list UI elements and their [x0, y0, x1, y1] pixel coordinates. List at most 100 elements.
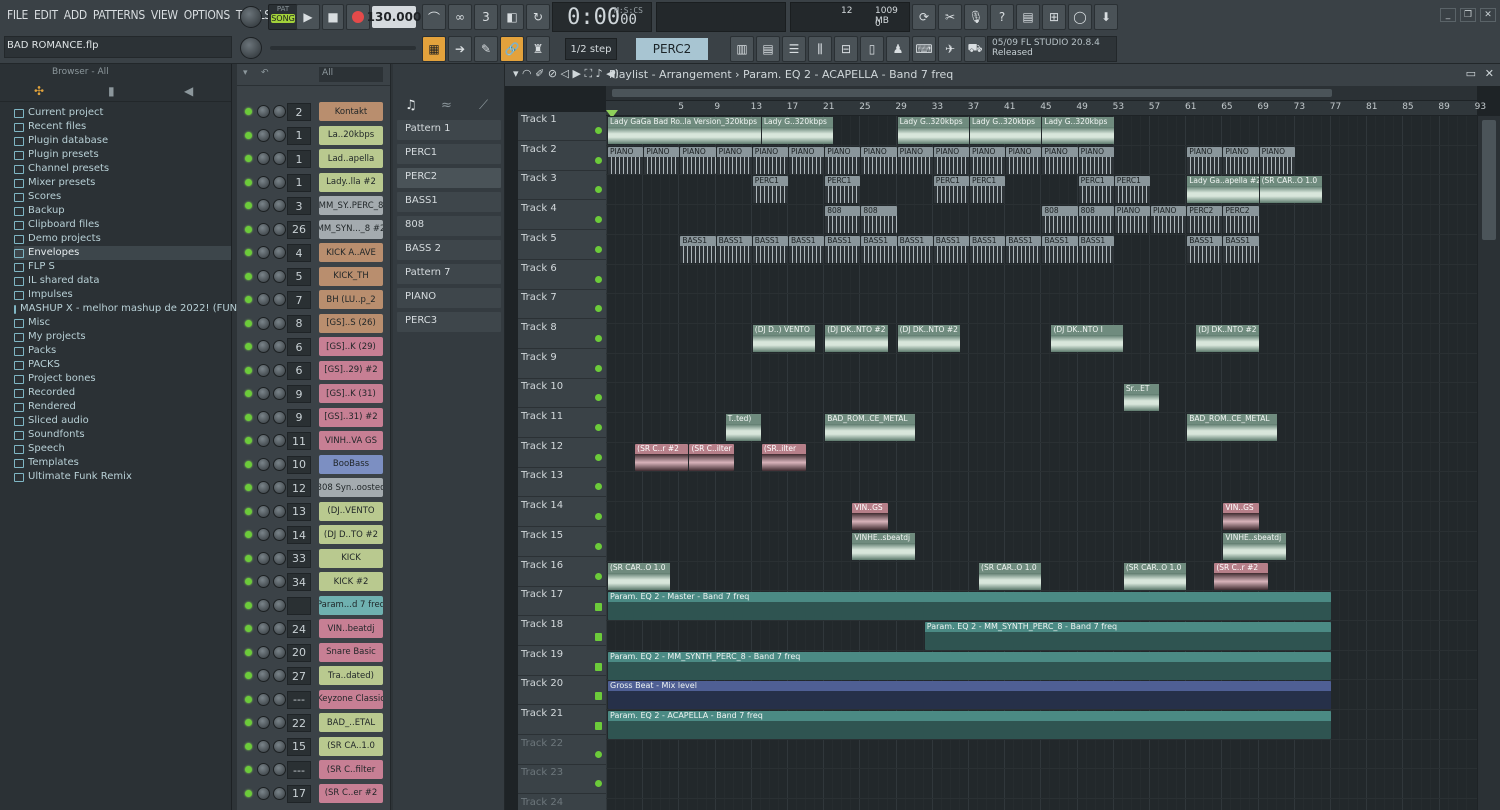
channel-volume-knob[interactable] — [273, 739, 286, 753]
tempo-display[interactable]: 130.000 — [367, 6, 421, 28]
playlist-clip[interactable]: (DJ D..) VENTO — [752, 324, 816, 352]
channel-row[interactable]: 26 MM_SYN..._8 #2 — [243, 219, 387, 240]
channel-pan-knob[interactable] — [257, 105, 270, 118]
playlist-clip[interactable]: (SR CAR..O 1.0 — [1259, 176, 1322, 204]
channel-volume-knob[interactable] — [273, 222, 286, 236]
playlist-clip[interactable]: 808 — [1042, 206, 1078, 234]
chat-icon[interactable]: ◯ — [1068, 4, 1092, 30]
channel-mute-led[interactable] — [245, 366, 252, 374]
browser-item[interactable]: Ultimate Funk Remix — [14, 470, 231, 484]
playlist-clip[interactable]: (SR C..ilter — [689, 443, 734, 471]
channel-row[interactable]: 1 Lady..lla #2 — [243, 172, 387, 193]
channel-pan-knob[interactable] — [257, 387, 270, 400]
channel-row[interactable]: Param...d 7 freq — [243, 595, 387, 616]
playlist-clip[interactable]: BASS1 — [752, 235, 788, 263]
channel-name-button[interactable]: Snare Basic — [319, 642, 383, 662]
channel-mixer-track[interactable]: 22 — [287, 714, 311, 732]
browser-item[interactable]: Plugin database — [14, 134, 231, 148]
save-icon[interactable]: ▤ — [1016, 4, 1040, 30]
channel-name-button[interactable]: Lady..lla #2 — [319, 172, 383, 192]
playlist-clip[interactable]: Lady G..320kbps — [970, 117, 1042, 144]
browser-item[interactable]: Current project — [14, 106, 231, 120]
countdown-button[interactable]: 3 — [474, 4, 498, 30]
picker-item[interactable]: Pattern 1 — [397, 120, 501, 140]
playlist-clip[interactable]: PIANO — [1114, 206, 1150, 234]
playlist-clip[interactable]: PERC1 — [825, 176, 861, 204]
track-header[interactable]: Track 21 — [518, 706, 606, 735]
playlist-clip[interactable]: PIANO — [716, 146, 752, 174]
plugin-picker-icon[interactable]: ⊟ — [834, 36, 858, 62]
playlist-clip[interactable]: PIANO — [1259, 146, 1295, 174]
channel-mixer-track[interactable]: 14 — [287, 526, 311, 544]
playlist-clip[interactable]: BASS1 — [897, 235, 933, 263]
playlist-clip[interactable]: Lady GaGa Bad Ro..la Version_320kbps — [608, 117, 761, 144]
channel-mute-led[interactable] — [245, 484, 252, 491]
playlist-view-icon[interactable]: ▥ — [730, 36, 754, 62]
browser-item[interactable]: Templates — [14, 456, 231, 470]
channel-mixer-track[interactable]: 13 — [287, 502, 311, 521]
track-header[interactable]: Track 8 — [518, 320, 606, 349]
browser-item[interactable]: Speech — [14, 442, 231, 456]
channel-pan-knob[interactable] — [257, 316, 270, 330]
channel-mute-led[interactable] — [245, 343, 252, 350]
playlist-clip[interactable]: PERC1 — [752, 176, 788, 204]
track-mute-led[interactable] — [595, 186, 602, 194]
track-header[interactable]: Track 9 — [518, 350, 606, 379]
channel-name-button[interactable]: [GS]..K (29) — [319, 337, 383, 356]
channel-volume-knob[interactable] — [273, 551, 286, 565]
playlist-clip[interactable]: PIANO — [1042, 146, 1078, 174]
playlist-clip[interactable]: PERC1 — [1078, 176, 1114, 204]
master-volume-knob[interactable] — [240, 6, 262, 28]
browser-item[interactable]: Sliced audio — [14, 414, 231, 428]
channel-row[interactable]: 1 La..20kbps — [243, 125, 387, 146]
project-info-icon[interactable]: ▯ — [860, 36, 884, 62]
playlist-clip[interactable]: VINHE..sbeatdj — [1223, 532, 1286, 560]
channel-row[interactable]: 14 (DJ D..TO #2 — [243, 525, 387, 545]
channel-name-button[interactable]: KICK A..AVE — [319, 243, 383, 262]
browser-item[interactable]: Mixer presets — [14, 176, 231, 190]
playlist-clip[interactable]: BASS1 — [789, 235, 825, 263]
playlist-clip[interactable]: PIANO — [1151, 206, 1187, 234]
channel-mixer-track[interactable]: 26 — [287, 220, 311, 239]
channel-volume-knob[interactable] — [273, 410, 286, 424]
playlist-menu-icon[interactable]: ▾ ◠ ✐ ⊘ ◁ ▶ ⛶ ♪ ◀) — [513, 67, 619, 81]
channel-name-button[interactable]: Keyzone Classic — [319, 689, 383, 709]
track-header[interactable]: Track 6 — [518, 261, 606, 290]
track-mute-led[interactable] — [595, 127, 602, 134]
track-header[interactable]: Track 14 — [518, 498, 606, 528]
channel-name-button[interactable]: [GS]..S (26) — [319, 313, 383, 333]
channel-pan-knob[interactable] — [257, 692, 270, 706]
track-mute-led[interactable] — [595, 394, 602, 402]
snap-selector[interactable]: 1/2 step — [565, 38, 617, 60]
channel-volume-knob[interactable] — [273, 692, 286, 706]
playlist-clip[interactable]: Lady Ga..apella #2 — [1187, 176, 1259, 204]
browser-tab-plugins-icon[interactable]: ◀ — [184, 84, 193, 98]
track-header[interactable]: Track 4 — [518, 201, 606, 231]
menu-file[interactable]: FILE — [4, 4, 31, 28]
channel-filter[interactable]: All — [319, 67, 383, 82]
browser-item[interactable]: IL shared data — [14, 274, 231, 288]
channel-row[interactable]: 12 808 Syn..oosted — [243, 478, 387, 498]
pattern-selector[interactable]: PERC2 — [636, 38, 708, 60]
playlist-clip[interactable]: (DJ DK..NTO #2 — [1196, 324, 1259, 352]
rack-menu-icon[interactable]: ▾ — [243, 68, 248, 78]
channel-row[interactable]: 4 KICK A..AVE — [243, 243, 387, 263]
channel-mixer-track[interactable]: 4 — [287, 244, 311, 262]
channel-name-button[interactable]: MM_SYN..._8 #2 — [319, 219, 383, 239]
channel-name-button[interactable]: (SR C..er #2 — [319, 783, 383, 803]
playlist-clip[interactable]: PERC1 — [1114, 176, 1150, 204]
channel-mixer-track[interactable]: 8 — [287, 314, 311, 333]
channel-volume-knob[interactable] — [273, 246, 286, 259]
channel-name-button[interactable]: [GS]..K (31) — [319, 384, 383, 403]
channel-name-button[interactable]: [GS]..31) #2 — [319, 407, 383, 427]
track-mute-led[interactable] — [595, 305, 602, 313]
channel-name-button[interactable]: (SR CA..1.0 — [319, 736, 383, 756]
channel-pan-knob[interactable] — [257, 293, 270, 306]
track-mute-led[interactable] — [595, 216, 602, 224]
track-mute-led[interactable] — [595, 424, 602, 431]
channel-row[interactable]: 34 KICK #2 — [243, 572, 387, 592]
channel-volume-knob[interactable] — [273, 504, 286, 518]
playlist-clip[interactable]: PERC1 — [933, 176, 969, 204]
channel-volume-knob[interactable] — [273, 152, 286, 165]
track-lock-icon[interactable] — [595, 632, 602, 641]
